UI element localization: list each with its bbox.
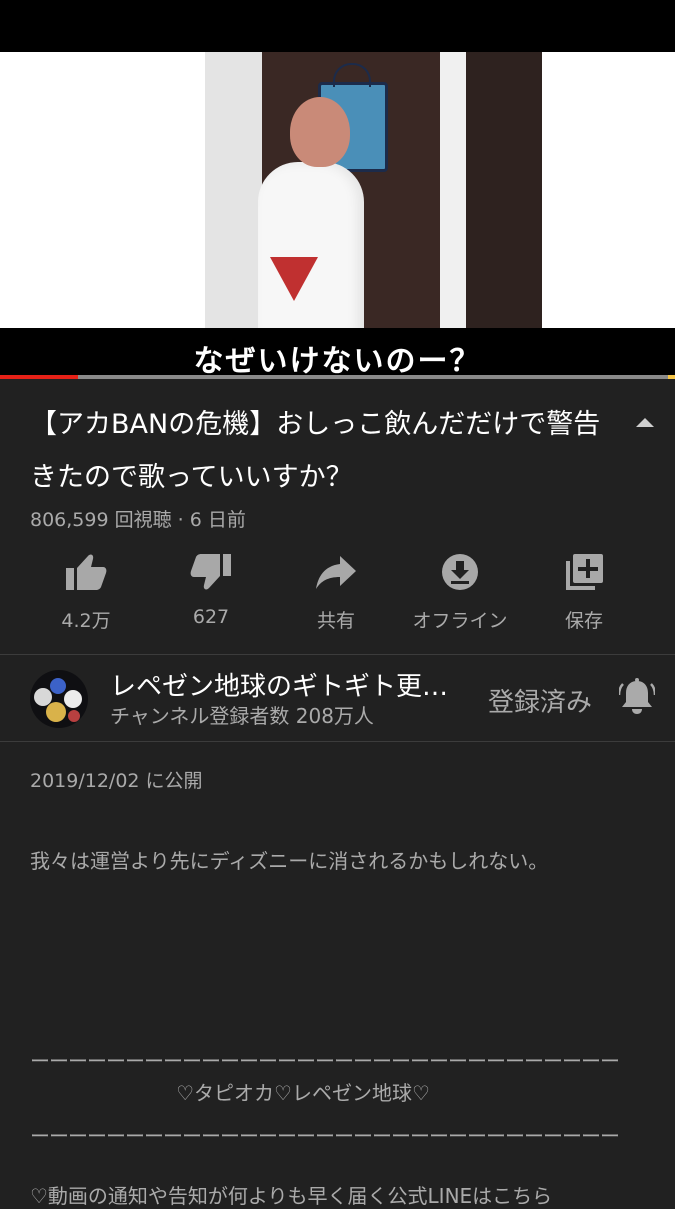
progress-played <box>0 375 78 379</box>
video-frame-person-head <box>290 97 350 167</box>
share-label: 共有 <box>316 610 355 632</box>
avatar-figure <box>46 702 66 722</box>
avatar-figure <box>64 690 82 708</box>
channel-name[interactable]: レペゼン地球のギトギト更… <box>110 666 478 703</box>
collapse-description-icon[interactable] <box>636 418 654 427</box>
description-text: 我々は運営より先にディズニーに消されるかもしれない。 <box>30 849 549 873</box>
channel-avatar[interactable] <box>30 670 88 728</box>
description-text: ♡動画の通知や告知が何よりも早く届く公式LINEはこちら <box>30 1184 553 1208</box>
thumbs-up-icon <box>66 554 107 590</box>
save-button[interactable]: 保存 <box>522 552 646 633</box>
subscribed-button[interactable]: 登録済み <box>488 682 592 719</box>
video-frame-hoodie-logo <box>270 257 318 301</box>
video-frame-wall <box>205 52 265 332</box>
offline-label: オフライン <box>412 610 508 632</box>
video-frame-person-hoodie <box>258 162 364 337</box>
progress-buffered <box>78 375 668 379</box>
bell-icon[interactable] <box>617 678 657 720</box>
download-icon <box>442 554 478 590</box>
save-label: 保存 <box>564 610 603 632</box>
progress-end-marker <box>668 375 675 379</box>
status-bar <box>0 0 675 52</box>
description-rule: ーーーーーーーーーーーーーーーーーーーーーーーーーーーーーーー <box>30 1124 620 1148</box>
video-title[interactable]: 【アカBANの危機】おしっこ飲んだだけで警告きたので歌っていいすか？ <box>30 398 620 504</box>
like-button[interactable]: 4.2万 <box>24 552 148 633</box>
video-player[interactable]: なぜいけないのー？ <box>0 52 675 378</box>
dislike-button[interactable]: 627 <box>149 552 273 628</box>
share-button[interactable]: 共有 <box>274 552 398 633</box>
avatar-figure <box>50 678 66 694</box>
action-bar: 4.2万 627 共有 オフライン 保存 <box>0 552 675 632</box>
offline-button[interactable]: オフライン <box>398 552 522 633</box>
video-caption: なぜいけないのー？ <box>193 344 482 378</box>
description-heading: ♡タピオカ♡レペゼン地球♡ <box>176 1081 430 1105</box>
publish-date: 2019/12/02 に公開 <box>30 770 203 792</box>
subscriber-count: チャンネル登録者数 208万人 <box>110 704 374 728</box>
avatar-figure <box>68 710 80 722</box>
add-to-playlist-icon <box>566 554 603 590</box>
video-frame-door-right <box>466 52 542 332</box>
view-count: 806,599 回視聴 · 6 日前 <box>30 509 246 531</box>
share-icon <box>316 556 356 589</box>
description-rule: ーーーーーーーーーーーーーーーーーーーーーーーーーーーーーーー <box>30 1049 620 1073</box>
divider <box>0 654 675 655</box>
thumbs-down-icon <box>190 554 231 590</box>
like-count: 4.2万 <box>61 610 111 632</box>
divider <box>0 741 675 742</box>
dislike-count: 627 <box>192 606 230 628</box>
video-frame-door-frame <box>440 52 466 332</box>
